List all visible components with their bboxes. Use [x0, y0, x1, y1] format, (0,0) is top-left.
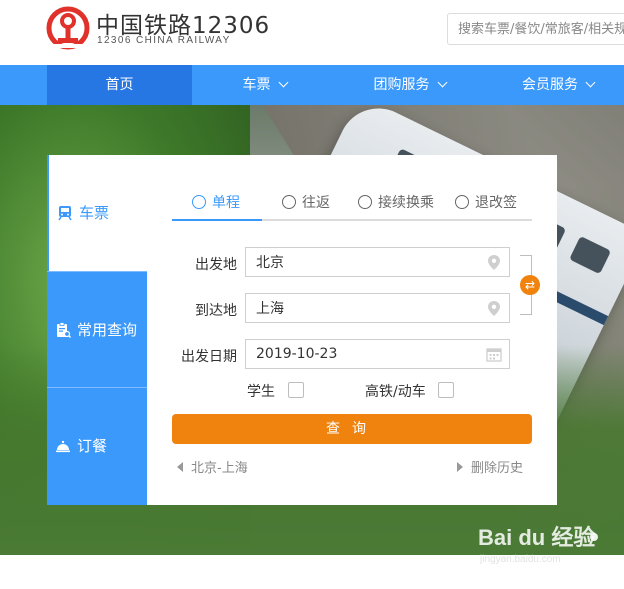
tab-transfer-label: 接续换乘	[378, 195, 434, 211]
date-input[interactable]	[246, 340, 509, 368]
tab-one-way-label: 单程	[212, 195, 240, 211]
booking-side-tabs: 车票 常用查询 订餐	[47, 155, 147, 505]
location-pin-icon[interactable]	[487, 254, 501, 271]
chevron-down-icon	[585, 77, 596, 88]
date-label: 出发日期	[181, 349, 237, 365]
round-trip-circle-icon	[282, 195, 296, 209]
to-station-field[interactable]	[245, 293, 510, 323]
to-station-input[interactable]	[246, 294, 509, 322]
side-tab-meal[interactable]: 订餐	[47, 387, 147, 505]
history-route[interactable]: 北京-上海	[177, 457, 248, 476]
nav-group-service-label: 团购服务	[373, 77, 430, 93]
caret-right-icon	[457, 462, 463, 472]
caret-left-icon	[177, 462, 183, 472]
calendar-icon[interactable]	[486, 347, 502, 362]
site-header: 中国铁路12306 12306 CHINA RAILWAY	[0, 0, 624, 65]
ticket-search-panel: 单程 往返 接续换乘 退改签 出发地 到达地 ⇄ 出发日期	[147, 155, 557, 505]
tab-refund-change[interactable]: 退改签	[455, 191, 517, 221]
nav-home-label: 首页	[105, 77, 134, 93]
tab-round-trip[interactable]: 往返	[282, 191, 330, 221]
nav-tickets-label: 车票	[242, 77, 271, 93]
side-tab-meal-label: 订餐	[77, 437, 108, 455]
swap-stations-icon[interactable]: ⇄	[520, 275, 540, 295]
student-checkbox[interactable]	[288, 382, 304, 398]
arrow-right-circle-icon	[192, 195, 206, 209]
active-tab-underline	[172, 219, 262, 221]
clear-history-label: 删除历史	[471, 461, 524, 476]
chevron-down-icon	[437, 77, 447, 88]
tab-one-way[interactable]: 单程	[192, 191, 240, 221]
nav-group-service[interactable]: 团购服务	[337, 65, 482, 105]
date-field[interactable]	[245, 339, 510, 369]
nav-home[interactable]: 首页	[47, 65, 192, 105]
side-tab-tickets[interactable]: 车票	[47, 155, 147, 271]
high-speed-checkbox[interactable]	[438, 382, 454, 398]
search-input[interactable]	[448, 14, 624, 44]
logo-subtitle: 12306 CHINA RAILWAY	[97, 35, 231, 46]
from-station-input[interactable]	[246, 248, 509, 276]
site-search[interactable]	[447, 13, 624, 45]
from-label: 出发地	[195, 257, 237, 273]
transfer-circle-icon	[358, 195, 372, 209]
to-label: 到达地	[195, 303, 237, 319]
chevron-down-icon	[278, 77, 288, 88]
tab-round-trip-label: 往返	[302, 195, 330, 211]
trip-type-tabs: 单程 往返 接续换乘 退改签	[172, 191, 532, 221]
watermark-brand: Bai du 经验	[478, 525, 596, 550]
side-tab-tickets-label: 车票	[79, 204, 110, 222]
student-label: 学生	[247, 384, 275, 400]
china-railway-logo-icon[interactable]	[46, 6, 90, 50]
nav-member-service[interactable]: 会员服务	[482, 65, 624, 105]
watermark: Bai du 经验 jingyan.baidu.com	[478, 520, 595, 565]
side-tab-common-query[interactable]: 常用查询	[47, 271, 147, 387]
meal-bell-icon	[56, 440, 70, 453]
clear-history-link[interactable]: 删除历史	[457, 457, 523, 476]
tab-refund-change-label: 退改签	[475, 195, 517, 211]
high-speed-label: 高铁/动车	[365, 384, 426, 400]
nav-member-service-label: 会员服务	[522, 77, 578, 93]
tab-transfer[interactable]: 接续换乘	[358, 191, 434, 221]
clipboard-search-icon	[57, 322, 71, 338]
nav-tickets[interactable]: 车票	[192, 65, 337, 105]
train-icon	[58, 206, 72, 221]
main-nav: 首页 车票 团购服务 会员服务	[0, 65, 624, 105]
refund-circle-icon	[455, 195, 469, 209]
location-pin-icon[interactable]	[487, 300, 501, 317]
watermark-url: jingyan.baidu.com	[480, 554, 561, 565]
side-tab-common-query-label: 常用查询	[77, 321, 138, 339]
history-route-label: 北京-上海	[191, 461, 248, 476]
from-station-field[interactable]	[245, 247, 510, 277]
query-button[interactable]: 查询	[172, 414, 532, 444]
